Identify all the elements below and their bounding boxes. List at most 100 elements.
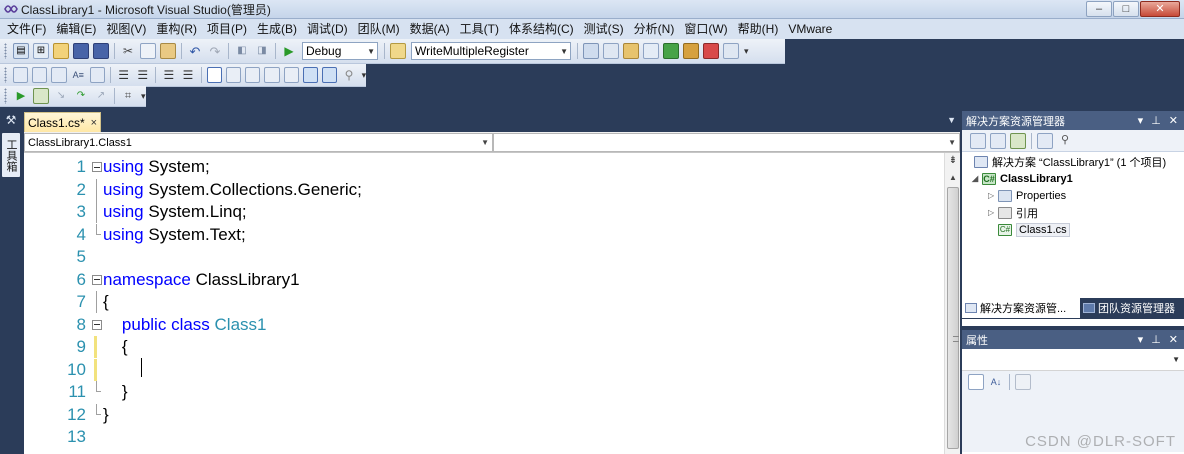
code-line[interactable]: 5 <box>24 246 103 269</box>
members-combo[interactable]: ▼ <box>493 133 960 152</box>
maximize-button[interactable]: □ <box>1113 1 1139 17</box>
toolbox-window-icon[interactable] <box>643 43 659 59</box>
clear-bookmarks-icon[interactable]: ⚲ <box>341 67 356 83</box>
step-over-icon[interactable]: ↷ <box>73 88 89 104</box>
find-in-files-icon[interactable] <box>390 43 406 59</box>
menu-data[interactable]: 数据(A) <box>405 19 455 39</box>
command-window-icon[interactable] <box>703 43 719 59</box>
paste-icon[interactable] <box>160 43 176 59</box>
toolbar-overflow-icon[interactable]: ▾ <box>141 91 146 102</box>
break-all-icon[interactable] <box>33 88 49 104</box>
close-panel-icon[interactable]: ✕ <box>1169 114 1178 127</box>
view-code-icon[interactable]: ⚲ <box>1057 133 1073 149</box>
menu-help[interactable]: 帮助(H) <box>733 19 784 39</box>
scrollbar-thumb[interactable] <box>947 187 959 449</box>
code-line[interactable]: 12} <box>24 403 109 427</box>
property-pages-icon[interactable] <box>1015 374 1031 390</box>
toolbar-grip-icon[interactable] <box>4 88 7 104</box>
toolbox-tab[interactable]: 工具箱 <box>2 133 20 177</box>
vertical-scrollbar[interactable]: ⇟ ▲ <box>944 153 960 454</box>
next-bookmark-icon[interactable] <box>245 67 261 83</box>
properties-icon[interactable] <box>970 132 986 149</box>
properties-window-icon[interactable] <box>603 43 619 59</box>
auto-hide-pin-icon[interactable]: ⊥ <box>1151 114 1161 127</box>
tree-node-references[interactable]: ▷ 引用 <box>988 204 1038 221</box>
uncomment-lines-icon[interactable]: ☰ <box>180 67 195 83</box>
tab-team-explorer[interactable]: 团队资源管理器 <box>1080 298 1184 318</box>
show-all-files-icon[interactable] <box>990 132 1006 149</box>
tab-solution-explorer[interactable]: 解决方案资源管... <box>962 298 1080 318</box>
navigate-backward-icon[interactable]: ◧ <box>234 43 250 59</box>
tab-class1-cs[interactable]: Class1.cs* × <box>24 112 101 132</box>
tree-node-class1-cs[interactable]: C# Class1.cs <box>998 221 1070 238</box>
menu-analyze[interactable]: 分析(N) <box>629 19 680 39</box>
menu-vmware[interactable]: VMware <box>783 19 837 39</box>
window-position-icon[interactable]: ▾ <box>1138 114 1144 127</box>
tree-node-solution[interactable]: 解决方案 “ClassLibrary1” (1 个项目) <box>974 153 1166 170</box>
toggle-bookmark-icon[interactable] <box>206 67 222 83</box>
comment-lines-icon[interactable]: ☰ <box>161 67 176 83</box>
display-parameter-info-icon[interactable] <box>32 67 48 83</box>
copy-icon[interactable] <box>140 43 156 59</box>
menu-view[interactable]: 视图(V) <box>101 19 151 39</box>
code-line[interactable]: 1 using System; <box>24 156 210 179</box>
alphabetical-icon[interactable]: A↓ <box>988 374 1004 390</box>
toolbar-grip-icon[interactable] <box>4 43 7 59</box>
next-bookmark-in-document-icon[interactable] <box>322 67 338 83</box>
menu-window[interactable]: 窗口(W) <box>679 19 732 39</box>
refresh-icon[interactable] <box>1010 132 1026 149</box>
toolbar-grip-icon[interactable] <box>4 67 7 83</box>
code-line[interactable]: 13 <box>24 426 103 449</box>
view-class-diagram-icon[interactable] <box>1037 132 1053 149</box>
previous-bookmark-in-folder-icon[interactable] <box>264 67 280 83</box>
split-window-icon[interactable]: ⇟ <box>947 155 959 169</box>
display-object-member-list-icon[interactable] <box>12 67 29 83</box>
menu-test[interactable]: 测试(S) <box>579 19 629 39</box>
toolbox-icon[interactable]: ⚒ <box>3 113 19 129</box>
menu-build[interactable]: 生成(B) <box>252 19 302 39</box>
code-line[interactable]: 3 using System.Linq; <box>24 201 247 224</box>
menu-refactor[interactable]: 重构(R) <box>151 19 202 39</box>
code-line[interactable]: 9 { <box>24 336 128 359</box>
code-line[interactable]: 2 using System.Collections.Generic; <box>24 178 362 202</box>
step-out-icon[interactable]: ↗ <box>93 88 109 104</box>
hexadecimal-display-icon[interactable]: ⌗ <box>120 88 136 104</box>
new-project-icon[interactable]: ▤ <box>13 43 29 59</box>
expand-arrow-icon[interactable]: ▷ <box>988 208 998 217</box>
expand-arrow-icon[interactable]: ▷ <box>988 191 998 200</box>
previous-bookmark-in-document-icon[interactable] <box>302 67 319 83</box>
display-quick-info-icon[interactable] <box>51 67 67 83</box>
code-text-area[interactable]: 1 using System; 2 using System.Collections.… <box>24 153 944 454</box>
tree-node-project[interactable]: ◢ C# ClassLibrary1 <box>972 170 1073 187</box>
collapse-region-icon[interactable] <box>92 162 102 173</box>
add-item-icon[interactable]: ⊞ <box>33 43 49 59</box>
solution-explorer-icon[interactable] <box>583 43 599 59</box>
types-combo[interactable]: ClassLibrary1.Class1 ▼ <box>24 133 493 152</box>
code-line[interactable]: 10 <box>24 357 142 382</box>
next-bookmark-in-folder-icon[interactable] <box>283 67 299 83</box>
categorized-icon[interactable] <box>968 374 984 390</box>
indent-icon[interactable]: ☰ <box>135 67 150 83</box>
tree-node-properties[interactable]: ▷ Properties <box>988 187 1066 204</box>
active-files-dropdown-icon[interactable]: ▼ <box>947 115 956 125</box>
menu-tools[interactable]: 工具(T) <box>455 19 504 39</box>
undo-icon[interactable]: ↶ <box>187 43 203 59</box>
display-word-completion-icon[interactable]: A≡ <box>71 67 86 83</box>
cut-icon[interactable]: ✂ <box>120 43 136 59</box>
menu-edit[interactable]: 编辑(E) <box>51 19 101 39</box>
minimize-button[interactable]: – <box>1086 1 1112 17</box>
step-into-icon[interactable]: ↘ <box>53 88 69 104</box>
close-panel-icon[interactable]: ✕ <box>1169 333 1178 346</box>
close-tab-icon[interactable]: × <box>91 117 97 129</box>
collapse-region-icon[interactable] <box>92 319 102 330</box>
save-icon[interactable] <box>73 43 89 59</box>
redo-icon[interactable]: ↷ <box>207 43 223 59</box>
code-line[interactable]: 11 } <box>24 381 128 404</box>
toolbar-overflow-icon[interactable]: ▾ <box>744 46 749 57</box>
menu-architecture[interactable]: 体系结构(C) <box>504 19 579 39</box>
open-folder-icon[interactable] <box>53 43 69 59</box>
properties-object-combo[interactable]: ▼ <box>962 349 1184 371</box>
window-position-icon[interactable]: ▾ <box>1138 333 1144 346</box>
outdent-icon[interactable]: ☰ <box>116 67 131 83</box>
code-line[interactable]: 7{ <box>24 291 109 314</box>
